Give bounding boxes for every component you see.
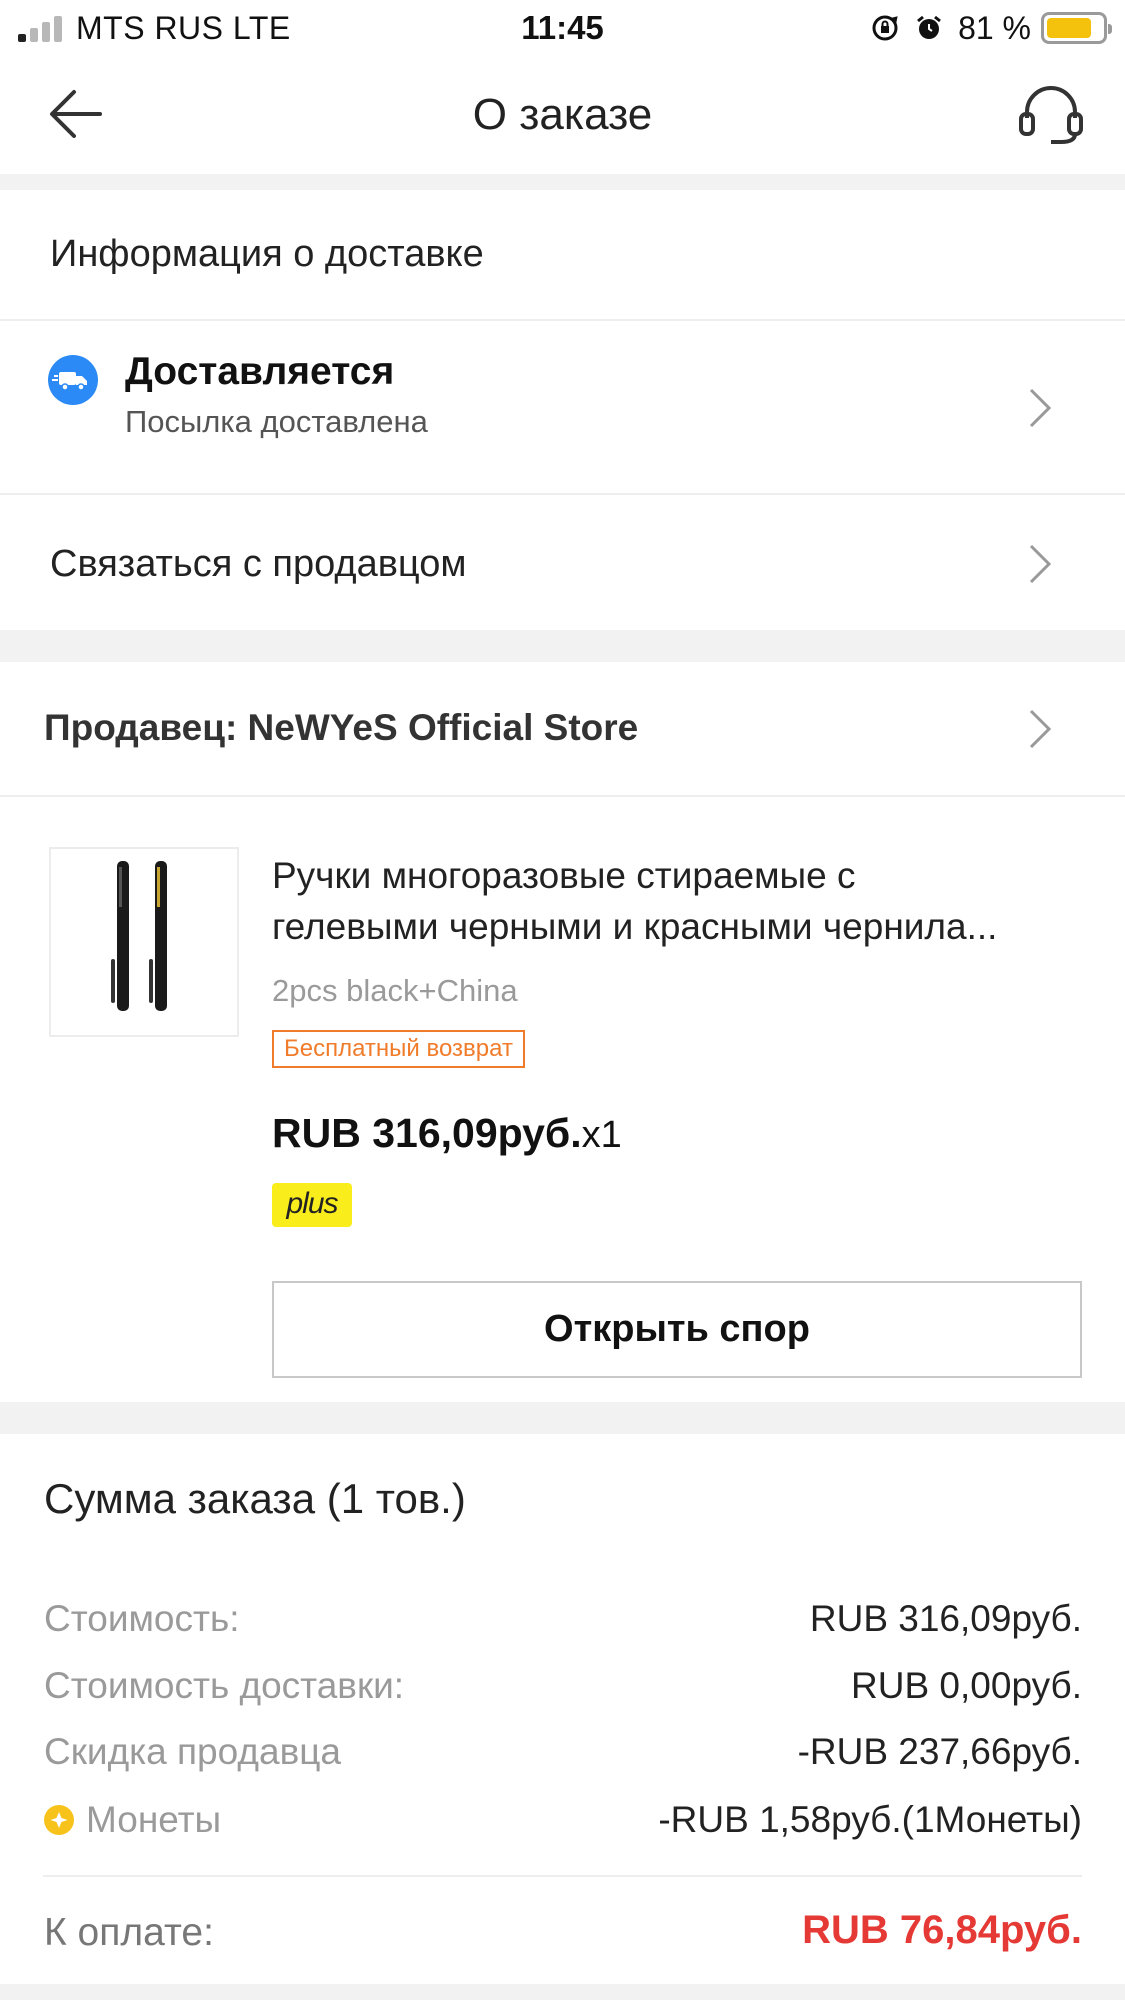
arrow-left-icon[interactable] — [46, 86, 106, 142]
total-label: К оплате: — [44, 1911, 214, 1954]
rotation-lock-icon — [872, 15, 898, 41]
product-title[interactable]: Ручки многоразовые стираемые с гелевыми … — [272, 850, 1082, 952]
seller-discount-value: -RUB 237,66руб. — [797, 1731, 1082, 1772]
delivery-status: Доставляется — [125, 350, 395, 393]
delivery-status-detail: Посылка доставлена — [125, 404, 428, 439]
product-price: RUB 316,09руб. — [272, 1110, 582, 1156]
battery-icon — [1041, 12, 1112, 44]
product-quantity: x1 — [581, 1114, 622, 1156]
product-title-line-1: Ручки многоразовые стираемые с — [272, 855, 856, 896]
product-variant: 2pcs black+China — [272, 973, 518, 1008]
chevron-right-icon — [1029, 388, 1052, 428]
divider — [0, 795, 1125, 797]
signal-strength-icon — [18, 14, 64, 42]
total-value: RUB 76,84руб. — [802, 1908, 1082, 1952]
coin-icon — [44, 1805, 74, 1835]
plus-badge: plus — [272, 1183, 352, 1227]
page-title: О заказе — [472, 90, 653, 139]
chevron-right-icon — [1029, 544, 1052, 584]
truck-icon — [48, 355, 98, 405]
subtotal-value: RUB 316,09руб. — [809, 1598, 1082, 1639]
product-title-line-2: гелевыми черными и красными чернила... — [272, 906, 998, 947]
carrier-label: MTS RUS LTE — [76, 10, 291, 46]
open-dispute-button[interactable]: Открыть спор — [272, 1281, 1082, 1378]
divider — [43, 1875, 1082, 1877]
contact-seller-label: Связаться с продавцом — [50, 543, 467, 585]
seller-name: Продавец: NeWYeS Official Store — [44, 707, 639, 748]
shipping-value: RUB 0,00руб. — [851, 1665, 1082, 1706]
status-bar: MTS RUS LTE 11:45 81 % — [0, 0, 1125, 56]
alarm-icon — [917, 15, 941, 39]
coins-value: -RUB 1,58руб.(1Монеты) — [658, 1799, 1082, 1840]
seller-discount-label: Скидка продавца — [44, 1731, 341, 1772]
battery-percent: 81 % — [958, 9, 1031, 46]
free-return-badge: Бесплатный возврат — [272, 1030, 525, 1068]
product-price-line: RUB 316,09руб.x1 — [272, 1110, 622, 1157]
chevron-right-icon — [1029, 709, 1052, 749]
battery-fill — [1047, 18, 1091, 38]
app-header: О заказе — [0, 56, 1125, 174]
status-right-group: 81 % — [870, 9, 1112, 46]
product-image[interactable] — [49, 847, 239, 1037]
coins-label: Монеты — [86, 1799, 222, 1840]
headset-icon[interactable] — [1017, 82, 1085, 146]
subtotal-label: Стоимость: — [44, 1598, 240, 1639]
delivery-section-title: Информация о доставке — [50, 233, 484, 275]
summary-title: Сумма заказа (1 тов.) — [44, 1475, 466, 1522]
shipping-label: Стоимость доставки: — [44, 1665, 405, 1706]
